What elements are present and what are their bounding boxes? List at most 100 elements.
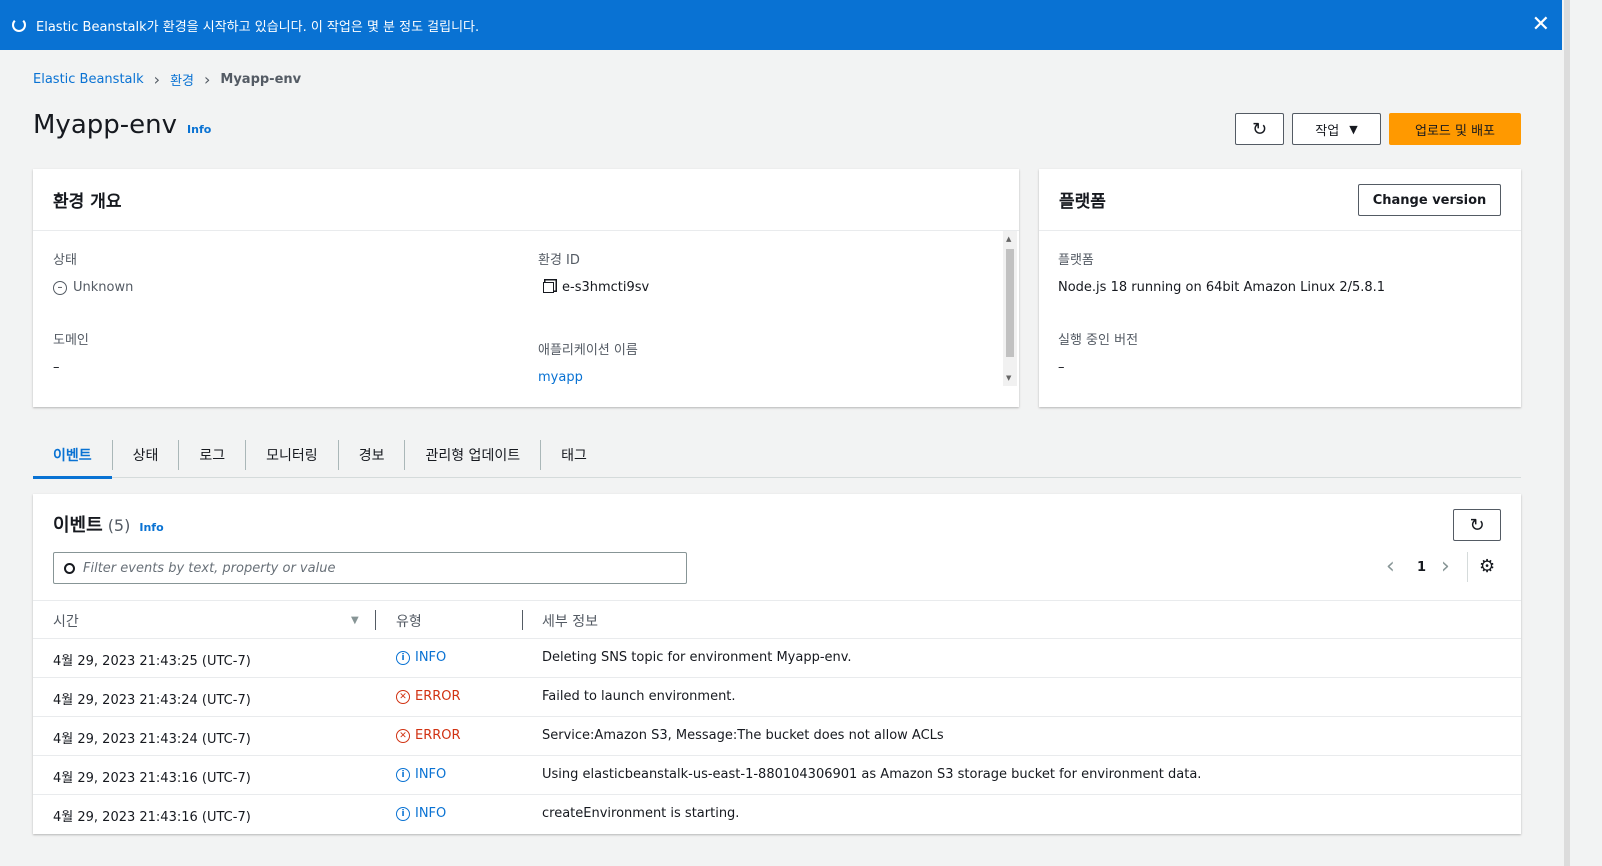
- event-time: 4월 29, 2023 21:43:16 (UTC-7): [53, 771, 251, 786]
- events-count: (5): [107, 516, 131, 535]
- env-id-label: 환경 ID: [538, 253, 580, 268]
- domain-value: –: [53, 360, 60, 375]
- breadcrumb-environments[interactable]: 환경: [170, 70, 194, 89]
- event-time: 4월 29, 2023 21:43:24 (UTC-7): [53, 732, 251, 747]
- app-name-label: 애플리케이션 이름: [538, 343, 638, 358]
- page-number[interactable]: 1: [1417, 560, 1426, 575]
- events-search-input[interactable]: Filter events by text, property or value: [53, 552, 687, 584]
- breadcrumb: Elastic Beanstalk › 환경 › Myapp-env: [33, 70, 301, 89]
- events-info-link[interactable]: Info: [139, 521, 163, 534]
- event-type: ERROR: [415, 689, 461, 704]
- platform-card: 플랫폼 Change version 플랫폼 Node.js 18 runnin…: [1039, 169, 1521, 407]
- tab-tags[interactable]: 태그: [541, 440, 607, 470]
- platform-value: Node.js 18 running on 64bit Amazon Linux…: [1058, 280, 1386, 295]
- event-detail: Using elasticbeanstalk-us-east-1-8801043…: [542, 767, 1202, 782]
- scrollbar-thumb[interactable]: [1006, 249, 1014, 357]
- caret-down-icon: ▼: [1349, 122, 1358, 136]
- status-unknown-icon: –: [53, 280, 67, 295]
- page-scrollbar[interactable]: [1562, 0, 1602, 866]
- platform-field: 플랫폼 Node.js 18 running on 64bit Amazon L…: [1058, 249, 1385, 295]
- table-row: 4월 29, 2023 21:43:16 (UTC-7) i INFO Using…: [33, 756, 1521, 795]
- tab-bar: 이벤트 상태 로그 모니터링 경보 관리형 업데이트 태그: [33, 432, 1521, 479]
- tab-logs[interactable]: 로그: [179, 439, 247, 470]
- table-row: 4월 29, 2023 21:43:16 (UTC-7) i INFO creat…: [33, 795, 1521, 834]
- chevron-right-icon: ›: [153, 70, 161, 89]
- refresh-button[interactable]: ↻: [1235, 113, 1284, 145]
- tab-managed-updates[interactable]: 관리형 업데이트: [405, 439, 542, 470]
- tab-events[interactable]: 이벤트: [33, 439, 113, 479]
- tab-monitoring[interactable]: 모니터링: [246, 439, 339, 470]
- app-name-field: 애플리케이션 이름 myapp: [538, 339, 638, 385]
- domain-label: 도메인: [53, 333, 89, 348]
- app-name-link[interactable]: myapp: [538, 370, 638, 385]
- change-version-button[interactable]: Change version: [1358, 184, 1501, 216]
- table-row: 4월 29, 2023 21:43:24 (UTC-7) ✕ ERROR Fail…: [33, 678, 1521, 717]
- page-title: Myapp-env Info: [33, 110, 211, 140]
- scrollbar-track[interactable]: [1564, 0, 1570, 866]
- divider: [1467, 552, 1468, 582]
- loading-spinner-icon: [12, 18, 26, 32]
- table-header: 시간 ▼ 유형 세부 정보: [33, 600, 1521, 639]
- event-detail: createEnvironment is starting.: [542, 806, 740, 821]
- status-label: 상태: [53, 253, 77, 268]
- sort-descending-icon[interactable]: ▼: [351, 615, 359, 626]
- running-version-value: –: [1058, 360, 1065, 375]
- env-id-value: e-s3hmcti9sv: [562, 280, 650, 295]
- overview-scrollbar[interactable]: ▲ ▼: [1003, 231, 1017, 386]
- info-link[interactable]: Info: [187, 123, 211, 136]
- next-page-icon[interactable]: ›: [1441, 554, 1450, 579]
- event-time: 4월 29, 2023 21:43:24 (UTC-7): [53, 693, 251, 708]
- event-time: 4월 29, 2023 21:43:16 (UTC-7): [53, 810, 251, 825]
- breadcrumb-elastic-beanstalk[interactable]: Elastic Beanstalk: [33, 72, 144, 87]
- scroll-up-icon[interactable]: ▲: [1006, 235, 1011, 243]
- events-card: 이벤트 (5) Info ↻ Filter events by text, pr…: [33, 494, 1521, 834]
- events-refresh-button[interactable]: ↻: [1453, 509, 1501, 541]
- table-row: 4월 29, 2023 21:43:25 (UTC-7) i INFO Delet…: [33, 639, 1521, 678]
- status-field: 상태 – Unknown: [53, 249, 133, 295]
- column-divider[interactable]: [522, 610, 523, 630]
- copy-icon[interactable]: [543, 282, 554, 293]
- info-circle-icon: i: [396, 806, 410, 821]
- status-value: Unknown: [73, 280, 134, 295]
- events-header: 이벤트 (5) Info: [53, 511, 164, 537]
- error-circle-icon: ✕: [396, 728, 410, 743]
- running-version-field: 실행 중인 버전 –: [1058, 329, 1138, 375]
- event-detail: Service:Amazon S3, Message:The bucket do…: [542, 728, 944, 743]
- error-circle-icon: ✕: [396, 689, 410, 704]
- search-placeholder: Filter events by text, property or value: [83, 560, 336, 576]
- scroll-down-icon[interactable]: ▼: [1006, 374, 1011, 382]
- flash-banner: Elastic Beanstalk가 환경을 시작하고 있습니다. 이 작업은 …: [0, 0, 1562, 50]
- search-icon: [64, 562, 75, 574]
- table-row: 4월 29, 2023 21:43:24 (UTC-7) ✕ ERROR Serv…: [33, 717, 1521, 756]
- event-type: INFO: [415, 650, 447, 665]
- column-time[interactable]: 시간: [53, 611, 79, 631]
- close-icon[interactable]: ✕: [1532, 14, 1550, 36]
- event-type: INFO: [415, 806, 447, 821]
- column-type[interactable]: 유형: [396, 611, 422, 631]
- event-type: ERROR: [415, 728, 461, 743]
- column-details[interactable]: 세부 정보: [542, 611, 598, 631]
- info-circle-icon: i: [396, 650, 410, 665]
- env-id-field: 환경 ID e-s3hmcti9sv: [538, 249, 649, 295]
- chevron-right-icon: ›: [203, 70, 211, 89]
- events-title: 이벤트: [53, 515, 103, 536]
- tab-alarms[interactable]: 경보: [339, 439, 406, 470]
- running-version-label: 실행 중인 버전: [1058, 333, 1139, 348]
- refresh-icon: ↻: [1469, 514, 1485, 536]
- page-title-text: Myapp-env: [33, 110, 178, 140]
- prev-page-icon[interactable]: ‹: [1386, 554, 1395, 579]
- domain-field: 도메인 –: [53, 329, 89, 375]
- event-type: INFO: [415, 767, 447, 782]
- refresh-icon: ↻: [1251, 118, 1268, 140]
- tab-health[interactable]: 상태: [113, 439, 180, 470]
- settings-gear-icon[interactable]: ⚙: [1479, 556, 1495, 577]
- column-divider[interactable]: [375, 610, 376, 630]
- event-detail: Deleting SNS topic for environment Myapp…: [542, 650, 852, 665]
- actions-label: 작업: [1315, 123, 1340, 139]
- info-circle-icon: i: [396, 767, 410, 782]
- event-time: 4월 29, 2023 21:43:25 (UTC-7): [53, 654, 251, 669]
- upload-deploy-button[interactable]: 업로드 및 배포: [1389, 113, 1521, 145]
- actions-dropdown[interactable]: 작업 ▼: [1292, 113, 1381, 145]
- breadcrumb-current: Myapp-env: [220, 72, 302, 87]
- banner-message: Elastic Beanstalk가 환경을 시작하고 있습니다. 이 작업은 …: [36, 19, 480, 35]
